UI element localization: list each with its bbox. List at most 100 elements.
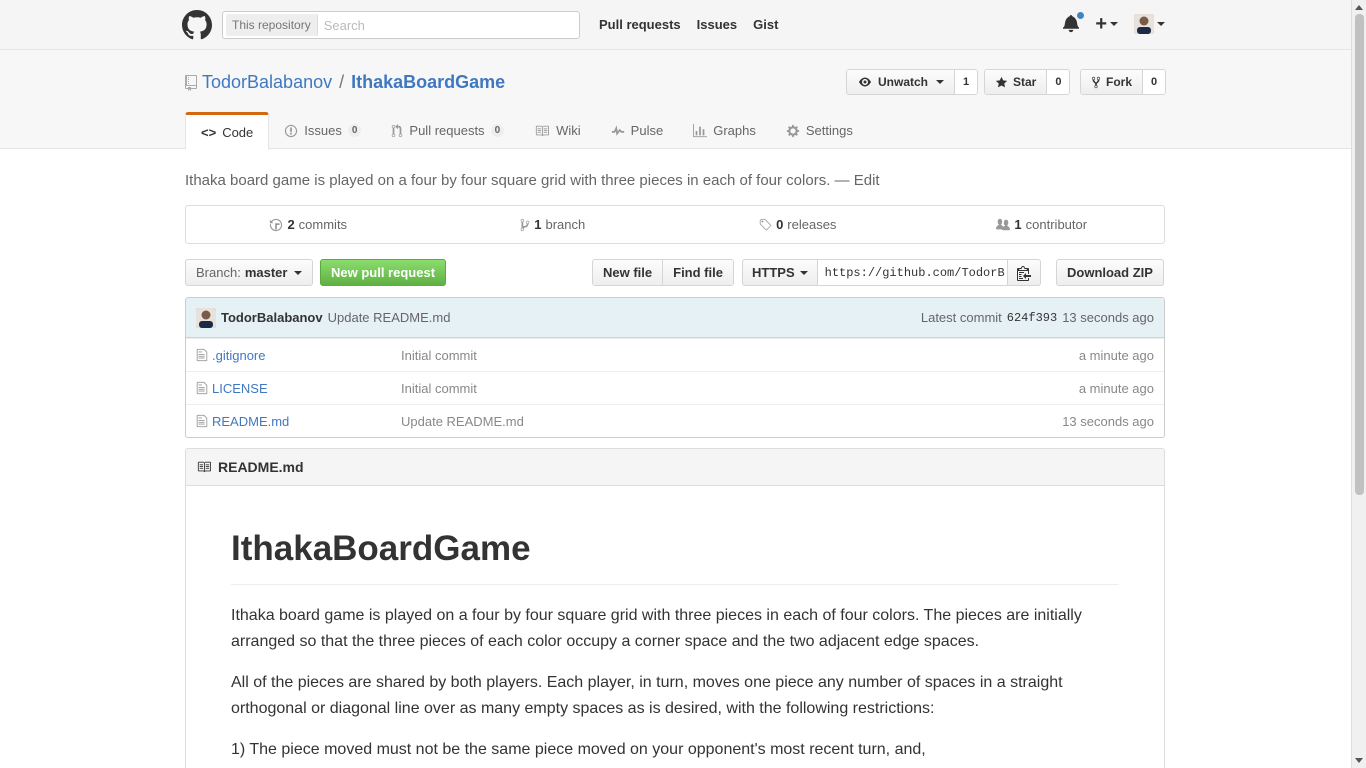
page-scrollbar[interactable] — [1351, 0, 1366, 768]
file-name-cell: LICENSE — [196, 381, 401, 396]
github-logo-icon[interactable] — [182, 10, 212, 40]
fork-button[interactable]: Fork — [1081, 70, 1144, 94]
repo-summary: 2 commits 1 branch 0 releases 1 contribu… — [185, 205, 1165, 244]
commit-message[interactable]: Update README.md — [328, 310, 451, 325]
file-link[interactable]: README.md — [212, 414, 289, 429]
caret-down-icon — [294, 270, 303, 275]
tag-icon — [759, 218, 772, 230]
star-label: Star — [1013, 75, 1037, 89]
file-link[interactable]: .gitignore — [212, 348, 265, 363]
tab-code[interactable]: <> Code — [185, 112, 270, 150]
readme-header: README.md — [186, 449, 1164, 486]
tab-issues[interactable]: Issues 0 — [269, 112, 376, 149]
table-row: LICENSE Initial commit a minute ago — [186, 371, 1164, 404]
fork-count[interactable]: 0 — [1143, 70, 1166, 94]
releases-label: releases — [787, 217, 837, 232]
commit-sha[interactable]: 624f393 — [1007, 311, 1057, 325]
tab-wiki[interactable]: Wiki — [519, 112, 596, 149]
search-box[interactable]: This repository — [222, 11, 580, 39]
tab-pulse[interactable]: Pulse — [596, 112, 679, 149]
scrollbar-thumb[interactable] — [1355, 14, 1364, 495]
repo-owner-link[interactable]: TodorBalabanov — [202, 72, 332, 93]
tab-settings[interactable]: Settings — [771, 112, 868, 149]
commit-age: 13 seconds ago — [1062, 310, 1154, 325]
user-menu-dropdown[interactable] — [1134, 14, 1165, 34]
unwatch-button[interactable]: Unwatch — [847, 70, 956, 94]
find-file-button[interactable]: Find file — [662, 260, 733, 285]
pulse-icon — [611, 124, 624, 136]
download-zip-button[interactable]: Download ZIP — [1056, 259, 1164, 286]
tab-pull-requests[interactable]: Pull requests 0 — [376, 112, 519, 149]
star-button[interactable]: Star — [985, 70, 1048, 94]
clone-protocol-select[interactable]: HTTPS — [742, 259, 818, 286]
tab-label: Wiki — [556, 123, 581, 138]
gear-icon — [786, 124, 799, 137]
nav-gist[interactable]: Gist — [753, 17, 778, 32]
avatar[interactable] — [196, 307, 216, 328]
file-commit-message[interactable]: Initial commit — [401, 348, 1079, 363]
scroll-down-arrow-icon[interactable] — [1355, 758, 1363, 763]
repo-name-link[interactable]: IthakaBoardGame — [351, 72, 505, 93]
file-commit-message[interactable]: Update README.md — [401, 414, 1062, 429]
readme-paragraph: Ithaka board game is played on a four by… — [231, 607, 1082, 650]
issues-count: 0 — [347, 124, 362, 137]
tab-graphs[interactable]: Graphs — [678, 112, 771, 149]
star-group: Star 0 — [984, 69, 1071, 95]
copy-clipboard-button[interactable] — [1007, 259, 1041, 286]
notifications-bell-icon[interactable] — [1063, 11, 1086, 35]
file-name-cell: .gitignore — [196, 348, 401, 363]
star-count[interactable]: 0 — [1047, 70, 1070, 94]
file-commit-message[interactable]: Initial commit — [401, 381, 1079, 396]
contributor-count: 1 — [1014, 217, 1022, 232]
commit-author[interactable]: TodorBalabanov — [221, 310, 323, 325]
fork-group: Fork 0 — [1080, 69, 1167, 95]
new-pull-request-button[interactable]: New pull request — [320, 259, 447, 286]
branches-link[interactable]: 1 branch — [431, 206, 676, 243]
issue-opened-icon — [285, 124, 298, 137]
repo-pagehead: TodorBalabanov / IthakaBoardGame Unwatch… — [0, 50, 1351, 150]
book-icon — [536, 125, 550, 136]
tab-label: Settings — [805, 123, 853, 138]
readme-paragraph: 1) The piece moved must not be the same … — [231, 741, 926, 758]
file-actions: New file Find file — [592, 259, 734, 286]
readme-panel: README.md IthakaBoardGame Ithaka board g… — [185, 448, 1165, 768]
file-name-cell: README.md — [196, 414, 401, 429]
releases-link[interactable]: 0 releases — [675, 206, 920, 243]
book-icon — [197, 461, 211, 473]
caret-down-icon — [1110, 22, 1118, 26]
contributors-link[interactable]: 1 contributor — [920, 206, 1165, 243]
notification-indicator — [1076, 11, 1086, 20]
caret-down-icon — [1157, 22, 1165, 26]
tab-label: Pull requests — [409, 123, 485, 138]
nav-pull-requests[interactable]: Pull requests — [599, 17, 681, 32]
tab-label: Pulse — [630, 123, 664, 138]
pull-request-icon — [392, 123, 403, 137]
nav-issues[interactable]: Issues — [697, 17, 737, 32]
repo-description-text: Ithaka board game is played on a four by… — [185, 172, 850, 189]
repo-tabs: <> Code Issues 0 Pull requests 0 Wiki Pu… — [185, 112, 868, 150]
file-icon — [196, 348, 208, 362]
new-file-button[interactable]: New file — [593, 260, 663, 285]
clone-url-input[interactable]: https://github.com/TodorB — [817, 259, 1008, 286]
fork-icon — [1091, 76, 1101, 88]
latest-commit-label: Latest commit — [920, 310, 1002, 325]
eye-icon — [859, 77, 871, 87]
branch-select-button[interactable]: Branch: master — [185, 259, 314, 286]
history-icon — [270, 218, 283, 231]
file-link[interactable]: LICENSE — [212, 381, 268, 396]
file-icon — [196, 414, 208, 428]
search-scope-label: This repository — [226, 14, 318, 36]
commit-tease: TodorBalabanov Update README.md Latest c… — [186, 298, 1164, 338]
edit-description-link[interactable]: Edit — [854, 172, 880, 189]
unwatch-label: Unwatch — [878, 75, 929, 89]
create-new-dropdown[interactable]: + — [1095, 13, 1118, 35]
caret-down-icon — [936, 80, 945, 84]
tab-label: Issues — [304, 123, 342, 138]
commits-link[interactable]: 2 commits — [186, 206, 431, 243]
scroll-up-arrow-icon[interactable] — [1355, 5, 1363, 10]
readme-body: IthakaBoardGame Ithaka board game is pla… — [186, 486, 1164, 763]
latest-commit-info: Latest commit 624f393 13 seconds ago — [921, 310, 1154, 325]
watch-count[interactable]: 1 — [955, 70, 978, 94]
site-header: This repository Pull requests Issues Gis… — [0, 0, 1351, 50]
search-input[interactable] — [317, 14, 578, 36]
